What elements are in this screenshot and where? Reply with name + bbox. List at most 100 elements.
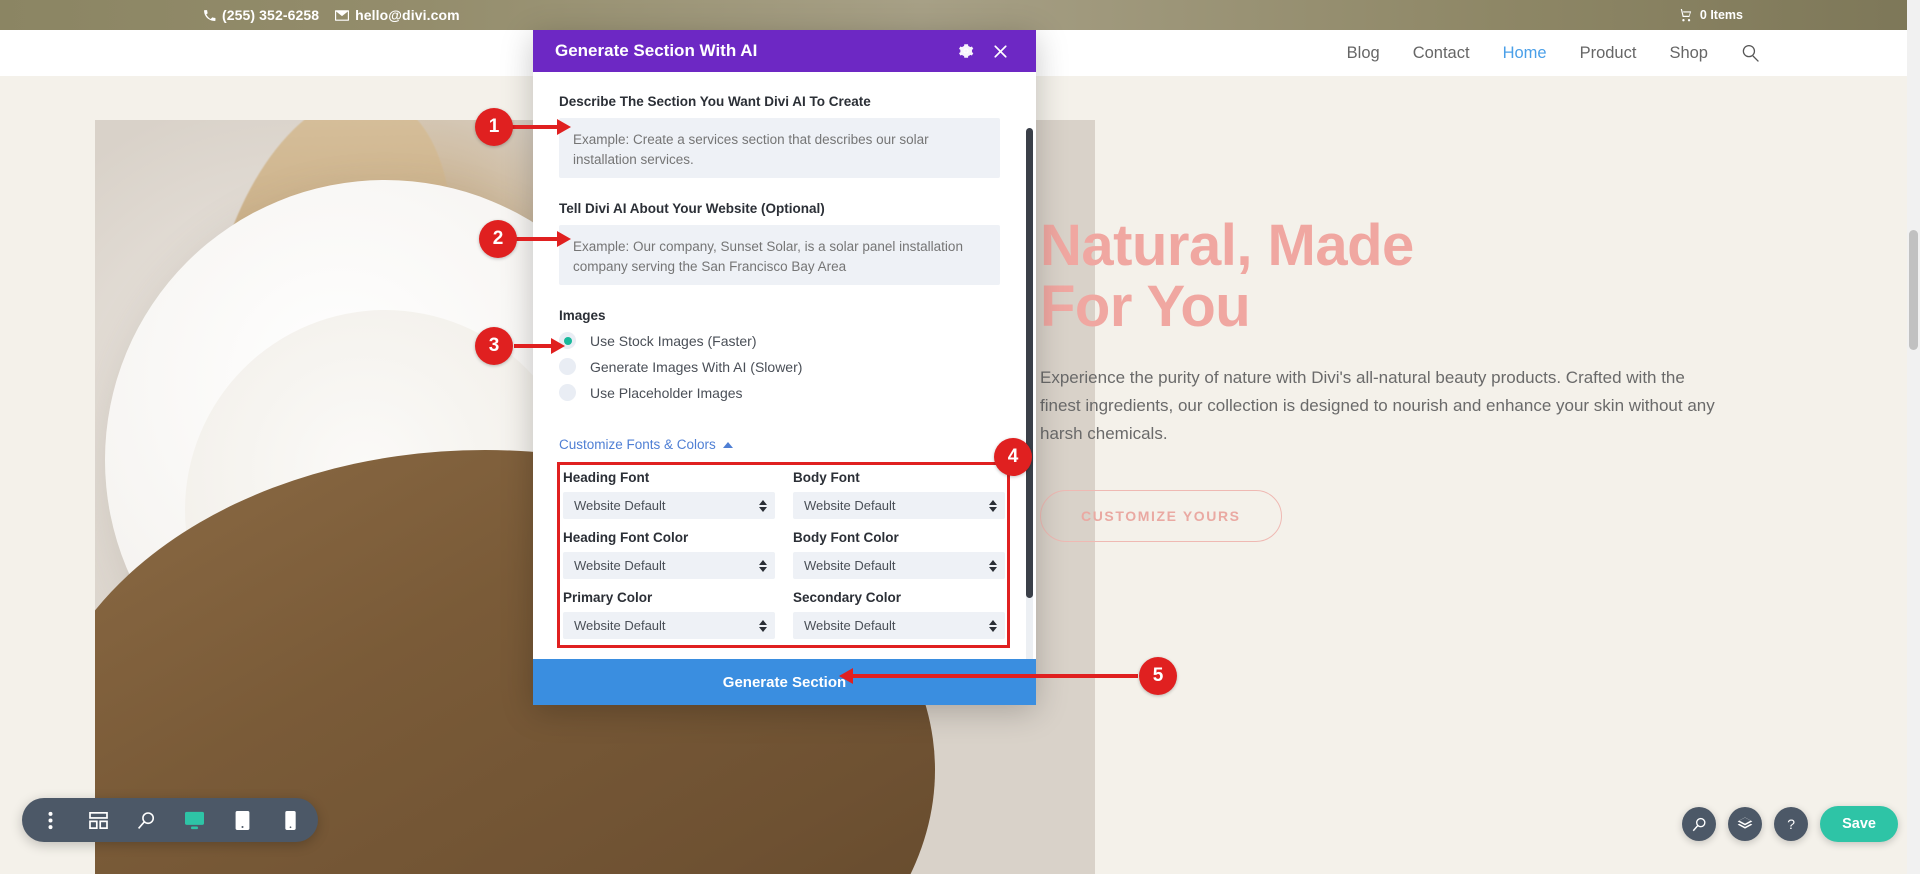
top-bar-contact-group: (255) 352-6258 hello@divi.com — [203, 0, 460, 30]
phone-icon — [203, 9, 216, 22]
body-font-color-select[interactable]: Website Default — [793, 552, 1005, 579]
screen: (255) 352-6258 hello@divi.com 0 Items Bl… — [0, 0, 1920, 874]
select-arrows-icon — [759, 560, 767, 572]
radio-unselected-icon[interactable] — [559, 384, 576, 401]
magnifier-icon[interactable] — [1682, 807, 1716, 841]
phone-view-icon[interactable] — [268, 798, 312, 842]
annotation-arrow-1 — [512, 116, 572, 138]
body-font-select[interactable]: Website Default — [793, 492, 1005, 519]
modal-body: Describe The Section You Want Divi AI To… — [533, 72, 1036, 659]
primary-color-label: Primary Color — [563, 590, 775, 605]
heading-font-field: Heading Font Website Default — [563, 470, 775, 519]
body-font-color-label: Body Font Color — [793, 530, 1005, 545]
annotation-marker-1: 1 — [475, 108, 513, 146]
annotation-marker-5: 5 — [1139, 657, 1177, 695]
about-textarea[interactable] — [559, 225, 1000, 285]
close-icon[interactable] — [986, 37, 1014, 65]
about-field-group: Tell Divi AI About Your Website (Optiona… — [559, 201, 1010, 290]
help-icon[interactable]: ? — [1774, 807, 1808, 841]
nav-link-home[interactable]: Home — [1503, 44, 1547, 63]
use-stock-images-radio[interactable]: Use Stock Images (Faster) — [559, 332, 1010, 349]
customize-fonts-colors-link[interactable]: Customize Fonts & Colors — [559, 437, 733, 452]
modal-scrollbar[interactable] — [1026, 128, 1033, 659]
primary-color-value: Website Default — [574, 618, 666, 633]
customize-link-label: Customize Fonts & Colors — [559, 437, 716, 452]
primary-color-field: Primary Color Website Default — [563, 590, 775, 639]
images-field-group: Images Use Stock Images (Faster) Generat… — [559, 308, 1010, 401]
cart-item-count: 0 Items — [1700, 8, 1743, 22]
describe-field-group: Describe The Section You Want Divi AI To… — [559, 94, 1010, 183]
heading-font-value: Website Default — [574, 498, 666, 513]
phone-contact[interactable]: (255) 352-6258 — [203, 7, 319, 23]
heading-font-select[interactable]: Website Default — [563, 492, 775, 519]
email-address: hello@divi.com — [355, 7, 460, 23]
hero-subtitle: Experience the purity of nature with Div… — [1040, 364, 1730, 448]
radio-label-placeholder: Use Placeholder Images — [590, 385, 743, 401]
cart-widget[interactable]: 0 Items — [1678, 0, 1743, 30]
images-label: Images — [559, 308, 1010, 323]
heading-font-color-value: Website Default — [574, 558, 666, 573]
phone-number: (255) 352-6258 — [222, 7, 319, 23]
describe-textarea[interactable] — [559, 118, 1000, 178]
annotation-marker-3: 3 — [475, 327, 513, 365]
select-arrows-icon — [989, 620, 997, 632]
use-placeholder-images-radio[interactable]: Use Placeholder Images — [559, 384, 1010, 401]
heading-font-color-select[interactable]: Website Default — [563, 552, 775, 579]
radio-label-ai: Generate Images With AI (Slower) — [590, 359, 802, 375]
site-nav-links: Blog Contact Home Product Shop — [1347, 30, 1760, 76]
nav-link-product[interactable]: Product — [1580, 44, 1637, 63]
select-arrows-icon — [989, 560, 997, 572]
generate-section-ai-modal: Generate Section With AI Describe The Se… — [533, 30, 1036, 705]
heading-font-color-field: Heading Font Color Website Default — [563, 530, 775, 579]
modal-title: Generate Section With AI — [555, 41, 946, 61]
radio-unselected-icon[interactable] — [559, 358, 576, 375]
body-font-color-field: Body Font Color Website Default — [793, 530, 1005, 579]
more-options-icon[interactable] — [28, 798, 72, 842]
modal-scrollbar-thumb[interactable] — [1026, 128, 1033, 598]
about-label: Tell Divi AI About Your Website (Optiona… — [559, 201, 1010, 216]
hero-cta-button[interactable]: CUSTOMIZE YOURS — [1040, 490, 1282, 542]
gear-icon[interactable] — [952, 37, 980, 65]
annotation-arrow-2 — [516, 228, 572, 250]
save-button[interactable]: Save — [1820, 806, 1898, 842]
page-scrollbar[interactable] — [1907, 0, 1920, 874]
page-scrollbar-thumb[interactable] — [1909, 230, 1918, 350]
cart-icon — [1678, 9, 1693, 22]
generate-images-ai-radio[interactable]: Generate Images With AI (Slower) — [559, 358, 1010, 375]
annotation-arrow-5 — [838, 665, 1138, 687]
primary-color-select[interactable]: Website Default — [563, 612, 775, 639]
hero-title: Natural, MadeFor You — [1040, 216, 1800, 338]
nav-link-blog[interactable]: Blog — [1347, 44, 1380, 63]
annotation-marker-2: 2 — [479, 220, 517, 258]
annotation-arrow-3 — [514, 335, 566, 357]
modal-header: Generate Section With AI — [533, 30, 1036, 72]
search-icon[interactable] — [1741, 44, 1760, 63]
divi-bottom-toolbar — [22, 798, 318, 842]
nav-link-contact[interactable]: Contact — [1413, 44, 1470, 63]
wireframe-icon[interactable] — [76, 798, 120, 842]
select-arrows-icon — [759, 500, 767, 512]
secondary-color-select[interactable]: Website Default — [793, 612, 1005, 639]
email-contact[interactable]: hello@divi.com — [335, 7, 460, 23]
layers-icon[interactable] — [1728, 807, 1762, 841]
describe-label: Describe The Section You Want Divi AI To… — [559, 94, 1010, 109]
body-font-value: Website Default — [804, 498, 896, 513]
heading-font-label: Heading Font — [563, 470, 775, 485]
secondary-color-field: Secondary Color Website Default — [793, 590, 1005, 639]
body-font-color-value: Website Default — [804, 558, 896, 573]
body-font-label: Body Font — [793, 470, 1005, 485]
secondary-color-value: Website Default — [804, 618, 896, 633]
envelope-icon — [335, 10, 349, 21]
select-arrows-icon — [759, 620, 767, 632]
radio-label-stock: Use Stock Images (Faster) — [590, 333, 757, 349]
heading-font-color-label: Heading Font Color — [563, 530, 775, 545]
hero-copy: Natural, MadeFor You Experience the puri… — [1040, 216, 1800, 542]
tablet-view-icon[interactable] — [220, 798, 264, 842]
zoom-out-icon[interactable] — [124, 798, 168, 842]
nav-link-shop[interactable]: Shop — [1669, 44, 1708, 63]
desktop-view-icon[interactable] — [172, 798, 216, 842]
select-arrows-icon — [989, 500, 997, 512]
caret-up-icon — [723, 442, 733, 448]
body-font-field: Body Font Website Default — [793, 470, 1005, 519]
divi-right-controls: ? Save — [1682, 806, 1898, 842]
